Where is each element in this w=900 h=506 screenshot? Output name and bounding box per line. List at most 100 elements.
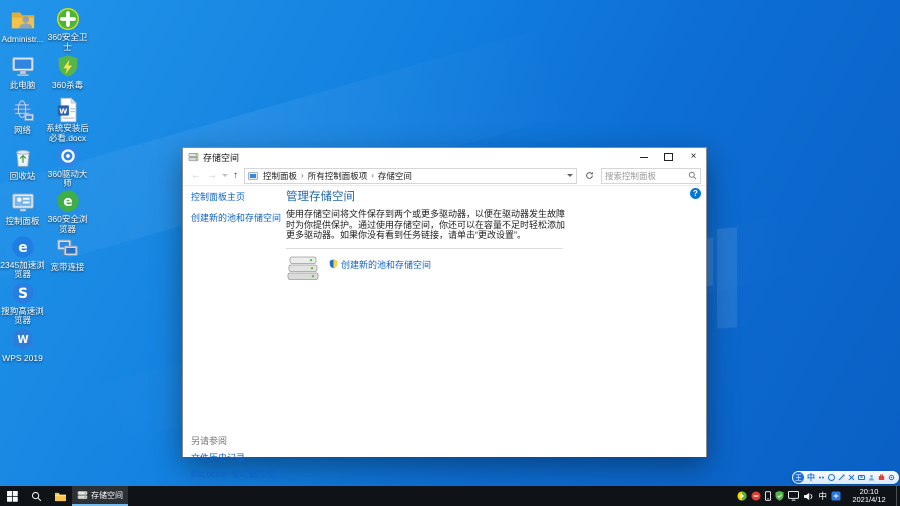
breadcrumb-item[interactable]: 存储空间 bbox=[376, 170, 414, 182]
desktop-icon-360-browser[interactable]: e360安全浏览器 bbox=[45, 188, 90, 234]
ime-keyboard-icon[interactable] bbox=[858, 474, 865, 481]
broadband-icon bbox=[54, 234, 82, 262]
desktop-icon-readme-docx[interactable]: W系统安装后必看.docx bbox=[45, 97, 90, 143]
control-panel-icon bbox=[9, 188, 37, 216]
sidebar-item-control-panel-home[interactable]: 控制面板主页 bbox=[191, 192, 283, 203]
separator bbox=[286, 248, 563, 249]
sidebar: 控制面板主页 创建新的池和存储空间 bbox=[191, 192, 283, 234]
360-driver-icon bbox=[54, 143, 82, 169]
desktop-icon-administrator[interactable]: Administr... bbox=[0, 6, 45, 52]
desktop-icon-label: 2345加速浏览器 bbox=[0, 261, 45, 280]
search-icon bbox=[31, 491, 42, 502]
sogou-browser-icon: S bbox=[9, 280, 37, 306]
ime-handwriting-icon[interactable] bbox=[838, 474, 845, 481]
taskbar-clock[interactable]: 20:10 2021/4/12 bbox=[846, 488, 892, 505]
input-method-tray-icon[interactable] bbox=[831, 491, 841, 502]
ime-logo-icon[interactable]: 王 bbox=[793, 472, 804, 483]
desktop-icon-network[interactable]: 网络 bbox=[0, 97, 45, 143]
see-also-section: 另请参阅 文件历史记录 BitLocker 驱动器加密 bbox=[191, 434, 276, 483]
storage-task-icon bbox=[77, 490, 88, 501]
see-also-link[interactable]: 文件历史记录 bbox=[191, 451, 276, 464]
browser-2345-icon: e bbox=[9, 234, 37, 260]
ime-punctuation-icon[interactable] bbox=[818, 474, 825, 481]
address-dropdown-icon[interactable] bbox=[567, 174, 573, 177]
minimize-button[interactable] bbox=[631, 148, 656, 166]
help-button[interactable]: ? bbox=[690, 188, 701, 199]
clock-date: 2021/4/12 bbox=[846, 496, 892, 505]
breadcrumb-item[interactable]: 所有控制面板项 bbox=[306, 170, 370, 182]
history-dropdown-icon[interactable] bbox=[222, 174, 228, 177]
forward-button[interactable]: → bbox=[204, 171, 220, 181]
ime-settings-icon[interactable] bbox=[888, 474, 895, 481]
desktop: Administr...此电脑网络回收站控制面板e2345加速浏览器S搜狗高速浏… bbox=[0, 0, 900, 506]
desktop-icon-360-antivirus[interactable]: 360杀毒 bbox=[45, 52, 90, 98]
wps-icon: W bbox=[9, 325, 37, 353]
ime-mode-indicator[interactable]: 中 bbox=[807, 474, 815, 482]
back-button[interactable]: ← bbox=[188, 171, 204, 181]
phone-tray-icon[interactable] bbox=[765, 491, 771, 502]
desktop-icon-label: Administr... bbox=[1, 35, 43, 45]
address-bar[interactable]: 控制面板›所有控制面板项›存储空间 bbox=[244, 168, 577, 184]
taskbar-search-button[interactable] bbox=[24, 486, 48, 506]
desktop-icon-broadband[interactable]: 宽带连接 bbox=[45, 234, 90, 280]
ime-toolbar[interactable]: 王 中 bbox=[792, 471, 899, 484]
user-folder-icon bbox=[9, 6, 37, 34]
window-body: ? 控制面板主页 创建新的池和存储空间 管理存储空间 使用存储空间将文件保存到两… bbox=[183, 186, 706, 457]
title-bar[interactable]: 存储空间 × bbox=[183, 148, 706, 166]
desktop-icon-label: 回收站 bbox=[10, 172, 36, 182]
desktop-icon-label: 360安全浏览器 bbox=[45, 215, 90, 234]
desktop-icon-label: 此电脑 bbox=[10, 81, 36, 91]
breadcrumb-separator-icon: › bbox=[299, 171, 306, 180]
volume-tray-icon[interactable] bbox=[803, 491, 814, 502]
page-title: 管理存储空间 bbox=[286, 188, 576, 204]
360-antivirus-icon bbox=[54, 52, 82, 80]
desktop-icon-wps-2019[interactable]: WWPS 2019 bbox=[0, 325, 45, 371]
maximize-button[interactable] bbox=[656, 148, 681, 166]
minimize-icon bbox=[640, 157, 648, 158]
desktop-icon-2345-browser[interactable]: e2345加速浏览器 bbox=[0, 234, 45, 280]
alert-tray-icon[interactable] bbox=[751, 491, 761, 502]
desktop-icon-label: 360杀毒 bbox=[52, 81, 83, 91]
desktop-icon-sogou-browser[interactable]: S搜狗高速浏览器 bbox=[0, 280, 45, 326]
maximize-icon bbox=[664, 153, 673, 161]
up-button[interactable]: ↑ bbox=[230, 171, 241, 181]
see-also-link[interactable]: BitLocker 驱动器加密 bbox=[191, 467, 276, 480]
ime-close-icon[interactable] bbox=[848, 474, 855, 481]
show-desktop-button[interactable] bbox=[896, 486, 900, 506]
uac-shield-icon bbox=[329, 259, 338, 269]
taskbar-task-storage-spaces[interactable]: 存储空间 bbox=[72, 486, 128, 506]
display-tray-icon[interactable] bbox=[788, 491, 799, 502]
desktop-icon-control-panel[interactable]: 控制面板 bbox=[0, 188, 45, 234]
wallpaper-highlight bbox=[717, 227, 737, 328]
search-input[interactable]: 搜索控制面板 bbox=[601, 168, 701, 184]
ime-user-icon[interactable] bbox=[868, 474, 875, 481]
ime-language-indicator[interactable]: 中 bbox=[818, 491, 827, 502]
ime-toolbox-icon[interactable] bbox=[878, 474, 885, 481]
360-safe-icon bbox=[54, 6, 82, 32]
breadcrumb-item[interactable]: 控制面板 bbox=[261, 170, 299, 182]
close-button[interactable]: × bbox=[681, 148, 706, 166]
system-tray: 中 bbox=[737, 491, 841, 502]
desktop-icon-this-pc[interactable]: 此电脑 bbox=[0, 52, 45, 98]
see-also-header: 另请参阅 bbox=[191, 434, 276, 447]
file-explorer-button[interactable] bbox=[48, 486, 72, 506]
shield-tray-icon[interactable] bbox=[775, 491, 784, 502]
storage-spaces-window: 存储空间 × ← → ↑ 控制面板›所有控制面板项›存储空间 bbox=[182, 147, 707, 457]
desktop-icon-label: 360安全卫士 bbox=[45, 33, 90, 52]
search-icon[interactable] bbox=[688, 171, 697, 180]
navigation-bar: ← → ↑ 控制面板›所有控制面板项›存储空间 搜索控制面板 bbox=[183, 166, 706, 186]
refresh-button[interactable] bbox=[580, 168, 598, 184]
drive-stack-icon bbox=[286, 256, 320, 282]
ime-emoji-icon[interactable] bbox=[828, 474, 835, 481]
sidebar-item-create-pool[interactable]: 创建新的池和存储空间 bbox=[191, 213, 283, 224]
start-button[interactable] bbox=[0, 486, 24, 506]
create-pool-link-label: 创建新的池和存储空间 bbox=[341, 258, 431, 271]
desktop-icon-recycle-bin[interactable]: 回收站 bbox=[0, 143, 45, 189]
desktop-icon-360-safe[interactable]: 360安全卫士 bbox=[45, 6, 90, 52]
folder-icon bbox=[54, 491, 67, 502]
create-pool-link[interactable]: 创建新的池和存储空间 bbox=[329, 258, 431, 271]
desktop-icon-label: 搜狗高速浏览器 bbox=[0, 307, 45, 326]
360-tray-icon[interactable] bbox=[737, 491, 747, 502]
word-doc-icon: W bbox=[54, 97, 82, 123]
desktop-icon-360-driver[interactable]: 360驱动大师 bbox=[45, 143, 90, 189]
